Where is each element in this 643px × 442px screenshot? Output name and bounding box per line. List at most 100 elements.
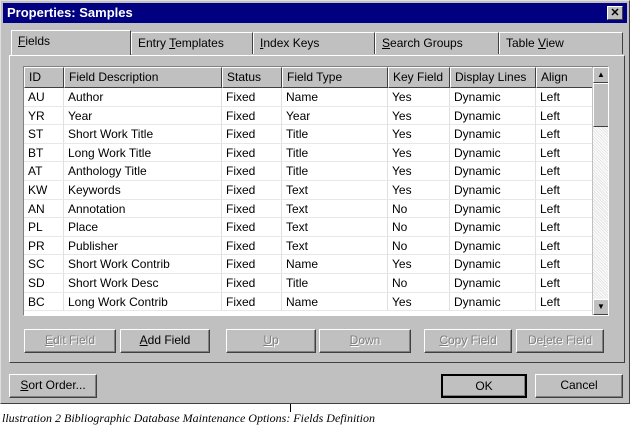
cell-key-field: Yes — [388, 88, 450, 106]
tab-table-view[interactable]: Table View — [499, 32, 623, 54]
cell-status: Fixed — [222, 143, 282, 162]
table-row[interactable]: SD Short Work Desc Fixed Title No Dynamic Left — [24, 273, 594, 293]
cell-display-lines: Dynamic — [450, 162, 536, 181]
cell-display-lines: Dynamic — [450, 88, 536, 106]
up-button[interactable]: Up — [226, 329, 316, 353]
tab-label: ndex Keys — [263, 36, 320, 50]
cell-align: Left — [536, 88, 594, 106]
add-field-button[interactable]: Add Field — [120, 329, 210, 353]
cell-display-lines: Dynamic — [450, 180, 536, 199]
tab-label: ields — [25, 34, 51, 48]
table-row[interactable]: PR Publisher Fixed Text No Dynamic Left — [24, 236, 594, 256]
cell-align: Left — [536, 143, 594, 162]
table-row[interactable]: SC Short Work Contrib Fixed Name Yes Dynamic L… — [24, 255, 594, 274]
cell-status: Fixed — [222, 255, 282, 274]
cell-align: Left — [536, 218, 594, 237]
cell-field-description: Short Work Desc — [64, 273, 222, 292]
button-mnemonic: C — [439, 333, 448, 347]
tab-label: earch Groups — [390, 36, 463, 50]
cell-display-lines: Dynamic — [450, 143, 536, 162]
cell-status: Fixed — [222, 125, 282, 144]
cell-field-type: Year — [282, 106, 388, 125]
column-header-display-lines[interactable]: Display Lines — [450, 67, 536, 88]
button-label: own — [358, 333, 381, 347]
table-row[interactable]: AN Annotation Fixed Text No Dynamic Left — [24, 199, 594, 219]
cell-field-description: Place — [64, 218, 222, 237]
tab-search-groups[interactable]: Search Groups — [375, 32, 499, 54]
tab-label-prefix: Table — [506, 36, 539, 50]
down-arrow-icon: ▼ — [597, 302, 605, 311]
column-header-align[interactable]: Align — [536, 67, 594, 88]
tab-index-keys[interactable]: Index Keys — [253, 32, 375, 54]
scroll-thumb[interactable] — [593, 83, 608, 127]
close-button[interactable]: ✕ — [607, 6, 623, 20]
properties-dialog: Properties: Samples ✕ Fields Entry Templ… — [0, 0, 630, 404]
tab-entry-templates[interactable]: Entry Templates — [131, 32, 253, 54]
cell-status: Fixed — [222, 106, 282, 125]
cell-align: Left — [536, 255, 594, 274]
cell-field-type: Text — [282, 180, 388, 199]
column-header-id[interactable]: ID — [24, 67, 64, 88]
cell-key-field: No — [388, 273, 450, 292]
ok-button[interactable]: OK — [441, 374, 527, 398]
column-header-key-field[interactable]: Key Field — [388, 67, 450, 88]
cell-display-lines: Dynamic — [450, 255, 536, 274]
window-title: Properties: Samples — [7, 5, 133, 20]
button-label: ete Field — [545, 333, 593, 347]
cell-field-description: Long Work Contrib — [64, 292, 222, 311]
cell-id: AN — [24, 199, 64, 218]
tab-strip: Fields Entry Templates Index Keys Search… — [9, 30, 625, 56]
vertical-scrollbar[interactable]: ▲ ▼ — [592, 67, 608, 315]
cell-id: BT — [24, 143, 64, 162]
cell-status: Fixed — [222, 218, 282, 237]
cell-id: AU — [24, 88, 64, 106]
cell-display-lines: Dynamic — [450, 125, 536, 144]
button-mnemonic: A — [139, 333, 148, 347]
cell-display-lines: Dynamic — [450, 236, 536, 255]
cell-align: Left — [536, 106, 594, 125]
sort-order-button[interactable]: Sort Order... — [9, 374, 97, 398]
cell-id: AT — [24, 162, 64, 181]
cell-status: Fixed — [222, 162, 282, 181]
table-row[interactable]: AT Anthology Title Fixed Title Yes Dynamic Lef… — [24, 162, 594, 181]
column-header-field-type[interactable]: Field Type — [282, 67, 388, 88]
grid-header: ID Field Description Status Field Type K… — [24, 67, 594, 88]
table-row[interactable]: ST Short Work Title Fixed Title Yes Dynamic Le… — [24, 125, 594, 144]
cell-align: Left — [536, 180, 594, 199]
cell-display-lines: Dynamic — [450, 292, 536, 311]
title-bar: Properties: Samples ✕ — [3, 3, 627, 23]
cancel-button[interactable]: Cancel — [535, 374, 623, 398]
column-header-field-description[interactable]: Field Description — [64, 67, 222, 88]
button-label: dit Field — [52, 333, 96, 347]
table-row[interactable]: YR Year Fixed Year Yes Dynamic Left — [24, 106, 594, 126]
fields-grid: ID Field Description Status Field Type K… — [23, 66, 609, 316]
table-row[interactable]: KW Keywords Fixed Text Yes Dynamic Left — [24, 180, 594, 200]
cell-id: YR — [24, 106, 64, 125]
tab-label: iew — [545, 36, 564, 50]
cell-id: PR — [24, 236, 64, 255]
scroll-up-button[interactable]: ▲ — [593, 67, 608, 83]
cell-align: Left — [536, 162, 594, 181]
scroll-down-button[interactable]: ▼ — [593, 299, 608, 315]
column-header-status[interactable]: Status — [222, 67, 282, 88]
down-button[interactable]: Down — [319, 329, 411, 353]
delete-field-button[interactable]: Delete Field — [516, 329, 604, 353]
grid-rows: AU Author Fixed Name Yes Dynamic Left YR Year Fix… — [24, 88, 594, 312]
cell-status: Fixed — [222, 180, 282, 199]
copy-field-button[interactable]: Copy Field — [424, 329, 512, 353]
figure-caption: llustration 2 Bibliographic Database Mai… — [2, 411, 375, 425]
cell-align: Left — [536, 125, 594, 144]
cell-field-type: Name — [282, 292, 388, 311]
tab-fields[interactable]: Fields — [11, 30, 131, 55]
cell-key-field: Yes — [388, 143, 450, 162]
cell-display-lines: Dynamic — [450, 273, 536, 292]
button-mnemonic: U — [263, 333, 272, 347]
table-row[interactable]: BT Long Work Title Fixed Title Yes Dynamic Lef… — [24, 143, 594, 163]
tab-label: emplates — [175, 36, 224, 50]
table-row[interactable]: BC Long Work Contrib Fixed Name Yes Dynamic Le… — [24, 292, 594, 312]
table-row[interactable]: PL Place Fixed Text No Dynamic Left — [24, 218, 594, 237]
cell-field-type: Title — [282, 125, 388, 144]
table-row[interactable]: AU Author Fixed Name Yes Dynamic Left — [24, 88, 594, 107]
edit-field-button[interactable]: Edit Field — [24, 329, 116, 353]
button-label: p — [271, 333, 279, 347]
